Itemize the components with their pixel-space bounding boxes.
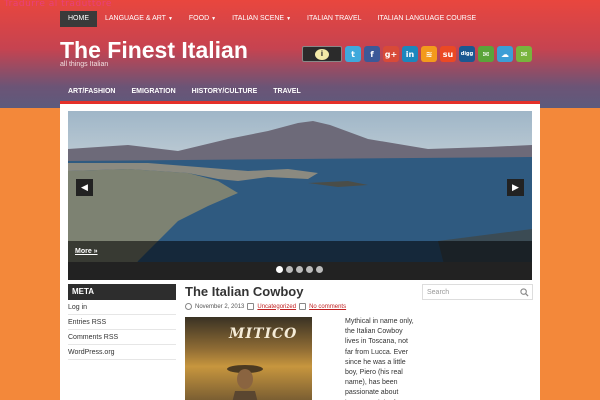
topnav-label: ITALIAN SCENE xyxy=(232,15,285,22)
topnav-item-italian-travel[interactable]: ITALIAN TRAVEL xyxy=(299,11,369,27)
chevron-down-icon: ▼ xyxy=(211,16,217,22)
rss-icon[interactable]: ≋ xyxy=(421,46,437,62)
content-area: ◀ ▶ More » META Log in Entries RSS Comment… xyxy=(60,104,540,400)
site-title[interactable]: The Finest Italian xyxy=(60,37,248,63)
chat-icon[interactable]: ✉ xyxy=(478,46,494,62)
meta-heading: META xyxy=(68,284,176,300)
slider-dot[interactable] xyxy=(316,266,323,273)
twitter-icon[interactable]: t xyxy=(345,46,361,62)
post-category-link[interactable]: Uncategorized xyxy=(257,304,296,310)
image-slider[interactable]: ◀ ▶ More » xyxy=(68,111,532,280)
comment-icon xyxy=(299,303,307,310)
slider-pager-dots xyxy=(276,266,323,273)
folder-icon xyxy=(247,303,255,310)
linkedin-icon[interactable]: in xyxy=(402,46,418,62)
slider-next-button[interactable]: ▶ xyxy=(507,179,524,196)
post-comments-link[interactable]: No comments xyxy=(309,304,346,310)
slider-more-link[interactable]: More » xyxy=(75,248,98,255)
slider-dot[interactable] xyxy=(276,266,283,273)
topnav-item-food[interactable]: FOOD ▼ xyxy=(181,11,224,27)
mountain-silhouette xyxy=(68,121,532,163)
search-box[interactable]: Search xyxy=(422,284,533,300)
meta-link[interactable]: Entries RSS xyxy=(68,315,176,330)
sidebar-meta: META Log in Entries RSS Comments RSS WordPr… xyxy=(68,284,176,360)
clock-icon xyxy=(185,303,192,310)
mainnav-item-history-culture[interactable]: HISTORY/CULTURE xyxy=(184,83,266,101)
mainnav-item-art-fashion[interactable]: ART/FASHION xyxy=(60,83,123,101)
translator-widget[interactable]: Tradurre al traduttore xyxy=(4,0,112,8)
topnav-label: FOOD xyxy=(188,15,210,22)
post-meta: November 2, 2013 Uncategorized No commen… xyxy=(185,303,360,310)
post-featured-image[interactable]: MITICO xyxy=(185,317,312,400)
meta-link[interactable]: WordPress.org xyxy=(68,345,176,360)
slider-dot[interactable] xyxy=(306,266,313,273)
slider-dot[interactable] xyxy=(296,266,303,273)
meta-link[interactable]: Comments RSS xyxy=(68,330,176,345)
slider-caption-bar xyxy=(68,241,532,262)
topnav-label: LANGUAGE & ART xyxy=(105,15,166,22)
rss-wide-icon[interactable]: i xyxy=(302,46,342,62)
meta-link[interactable]: Log in xyxy=(68,300,176,315)
post-date: November 2, 2013 xyxy=(195,303,245,310)
stumbleupon-icon[interactable]: su xyxy=(440,46,456,62)
slider-prev-button[interactable]: ◀ xyxy=(76,179,93,196)
topnav-item-italian-scene[interactable]: ITALIAN SCENE ▼ xyxy=(224,11,299,27)
icon-glyph: i xyxy=(315,48,329,60)
digg-icon[interactable]: digg xyxy=(459,46,475,62)
chevron-down-icon: ▼ xyxy=(286,16,292,22)
cowboy-figure xyxy=(227,365,263,400)
google-plus-icon[interactable]: g+ xyxy=(383,46,399,62)
topnav-label: HOME xyxy=(68,15,89,22)
email-icon[interactable]: ✉ xyxy=(516,46,532,62)
search-placeholder: Search xyxy=(427,289,450,296)
top-navigation: HOME LANGUAGE & ART ▼ FOOD ▼ ITALIAN SCENE ▼ IT… xyxy=(60,11,484,27)
post-title[interactable]: The Italian Cowboy xyxy=(185,284,360,300)
search-icon[interactable] xyxy=(520,288,529,297)
meta-link-list: Log in Entries RSS Comments RSS WordPress.o… xyxy=(68,300,176,360)
facebook-icon[interactable]: f xyxy=(364,46,380,62)
delicious-icon[interactable]: ☁ xyxy=(497,46,513,62)
chevron-down-icon: ▼ xyxy=(167,16,173,22)
social-icons: i t f g+ in ≋ su digg ✉ ☁ ✉ xyxy=(302,46,532,62)
main-navigation: ART/FASHION EMIGRATION HISTORY/CULTURE TRAV… xyxy=(60,83,309,101)
topnav-label: ITALIAN TRAVEL xyxy=(307,15,362,22)
post-preview: The Italian Cowboy November 2, 2013 Unca… xyxy=(185,284,360,310)
site-tagline: all things Italian xyxy=(60,61,109,68)
post-excerpt: Mythical in name only, the Italian Cowbo… xyxy=(345,318,414,400)
topnav-label: ITALIAN LANGUAGE COURSE xyxy=(377,15,477,22)
mainnav-item-emigration[interactable]: EMIGRATION xyxy=(123,83,183,101)
slider-dot[interactable] xyxy=(286,266,293,273)
topnav-item-italian-language-course[interactable]: ITALIAN LANGUAGE COURSE xyxy=(370,11,485,27)
topnav-item-home[interactable]: HOME xyxy=(60,11,97,27)
topnav-item-language-art[interactable]: LANGUAGE & ART ▼ xyxy=(97,11,181,27)
mainnav-item-travel[interactable]: TRAVEL xyxy=(265,83,308,101)
